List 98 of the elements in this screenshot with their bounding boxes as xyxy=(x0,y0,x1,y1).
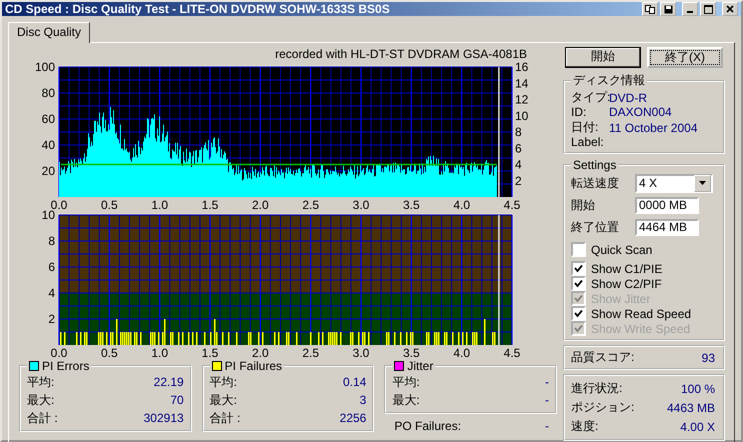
axis-label: 0.5 xyxy=(101,346,118,357)
group-title: Jitter xyxy=(407,359,434,373)
progress-value: 4463 MB xyxy=(666,400,715,414)
option-checkbox[interactable]: Show Read Speed xyxy=(571,306,717,321)
option-checkbox[interactable]: Show C2/PIF xyxy=(571,276,717,291)
axis-label: 3.5 xyxy=(403,198,420,209)
info-label: 日付: xyxy=(571,119,600,136)
axis-label: 2.0 xyxy=(252,198,269,209)
axis-label: 2 xyxy=(48,312,55,326)
score-value: 93 xyxy=(702,350,715,364)
axis-label: 4.5 xyxy=(504,346,520,357)
tab[interactable]: Disc Quality xyxy=(8,22,90,43)
stat-label: 平均: xyxy=(392,374,420,390)
axis-label: 1.0 xyxy=(151,346,168,357)
axis-label: 2.0 xyxy=(252,346,269,357)
axis-label: 0.5 xyxy=(101,198,118,209)
close-button[interactable] xyxy=(722,2,738,16)
stat-value: 70 xyxy=(170,393,184,407)
maximize-button[interactable] xyxy=(700,2,716,16)
save-icon[interactable] xyxy=(660,2,676,16)
info-value: DAXON004 xyxy=(609,104,673,118)
speed-dropdown[interactable]: 4 X xyxy=(635,174,713,192)
progress-label: 速度: xyxy=(571,418,598,435)
axis-label: 12 xyxy=(515,92,528,106)
group-title: Settings xyxy=(573,158,616,172)
exit-button[interactable]: 終了(X) xyxy=(647,47,723,68)
axis-label: 14 xyxy=(515,76,528,90)
stat-label: 合計 : xyxy=(27,410,58,426)
axis-label: 100 xyxy=(34,61,55,74)
stat-value: - xyxy=(545,418,550,432)
axis-label: 16 xyxy=(515,61,528,74)
info-label: ID: xyxy=(571,104,588,118)
axis-label: 4 xyxy=(515,158,522,172)
axis-label: 4.5 xyxy=(504,198,520,209)
stat-label: 平均: xyxy=(210,374,238,390)
axis-label: 2.5 xyxy=(302,346,319,357)
axis-label: 0.0 xyxy=(50,346,68,357)
info-value: DVD-R xyxy=(609,90,648,104)
progress-value: 4.00 X xyxy=(680,420,715,434)
stat-value: 2256 xyxy=(340,411,366,425)
option-checkbox[interactable]: Show C1/PIE xyxy=(571,261,717,276)
axis-label: 20 xyxy=(42,164,55,178)
stat-value: - xyxy=(545,393,550,407)
minimize-button[interactable] xyxy=(682,2,698,16)
info-value: 11 October 2004 xyxy=(609,120,699,134)
axis-label: 0.0 xyxy=(50,198,68,209)
field-label: 開始 xyxy=(571,196,596,214)
start-button[interactable]: 開始 xyxy=(565,47,641,68)
axis-label: 4.0 xyxy=(453,346,470,357)
axis-label: 10 xyxy=(42,209,55,222)
axis-label: 1.0 xyxy=(151,198,168,209)
score-label: 品質スコア: xyxy=(571,349,634,366)
axis-label: 2 xyxy=(515,174,522,188)
stat-label: 合計 : xyxy=(210,410,240,426)
copy-icon[interactable] xyxy=(642,2,658,16)
axis-label: 4 xyxy=(48,286,55,300)
field-label: 転送速度 xyxy=(571,174,620,192)
field-label: 終了位置 xyxy=(571,218,620,236)
axis-label: 3.5 xyxy=(403,346,420,357)
recorder-caption: recorded with HL-DT-ST DVDRAM GSA-4081B xyxy=(275,47,527,61)
input-field[interactable]: 0000 MB xyxy=(635,196,699,214)
group-title: PI Errors xyxy=(42,359,90,373)
axis-label: 3.0 xyxy=(352,346,370,357)
axis-label: 8 xyxy=(515,125,522,139)
axis-label: 1.5 xyxy=(202,198,218,209)
axis-label: 10 xyxy=(515,108,528,123)
stat-label: 最大: xyxy=(210,392,238,408)
axis-label: 80 xyxy=(42,86,55,100)
stat-value: - xyxy=(545,375,550,389)
stat-value: 302913 xyxy=(144,411,184,425)
stat-label: 最大: xyxy=(392,392,420,408)
axis-label: 2.5 xyxy=(302,198,319,209)
progress-label: ポジション: xyxy=(571,399,634,416)
axis-label: 40 xyxy=(42,138,55,152)
stat-value: 0.14 xyxy=(342,375,366,389)
maximize-icon xyxy=(704,4,712,14)
option-checkbox[interactable]: Quick Scan xyxy=(571,242,717,257)
stat-value: 3 xyxy=(360,393,366,407)
stat-label: 平均: xyxy=(27,374,54,390)
stat-label: PO Failures: xyxy=(394,418,462,432)
stat-label: 最大: xyxy=(27,392,54,408)
axis-label: 1.5 xyxy=(202,346,218,357)
stat-value: 22.19 xyxy=(154,375,184,389)
progress-value: 100 % xyxy=(680,382,715,396)
info-label: タイプ: xyxy=(571,89,609,106)
axis-label: 6 xyxy=(48,260,55,274)
window-title: CD Speed : Disc Quality Test - LITE-ON DVDRW SOHW-1633S BS0S xyxy=(5,2,391,16)
info-label: Label: xyxy=(571,134,605,148)
progress-label: 進行状況: xyxy=(571,380,622,397)
axis-label: 60 xyxy=(42,112,55,126)
group-title: ディスク情報 xyxy=(573,72,645,89)
axis-label: 6 xyxy=(515,141,522,156)
axis-label: 4.0 xyxy=(453,198,470,209)
axis-label: 3.0 xyxy=(352,198,370,209)
input-field[interactable]: 4464 MB xyxy=(635,218,699,236)
close-icon xyxy=(726,5,734,13)
axis-label: 8 xyxy=(48,234,55,248)
group-title: PI Failures xyxy=(224,359,282,373)
